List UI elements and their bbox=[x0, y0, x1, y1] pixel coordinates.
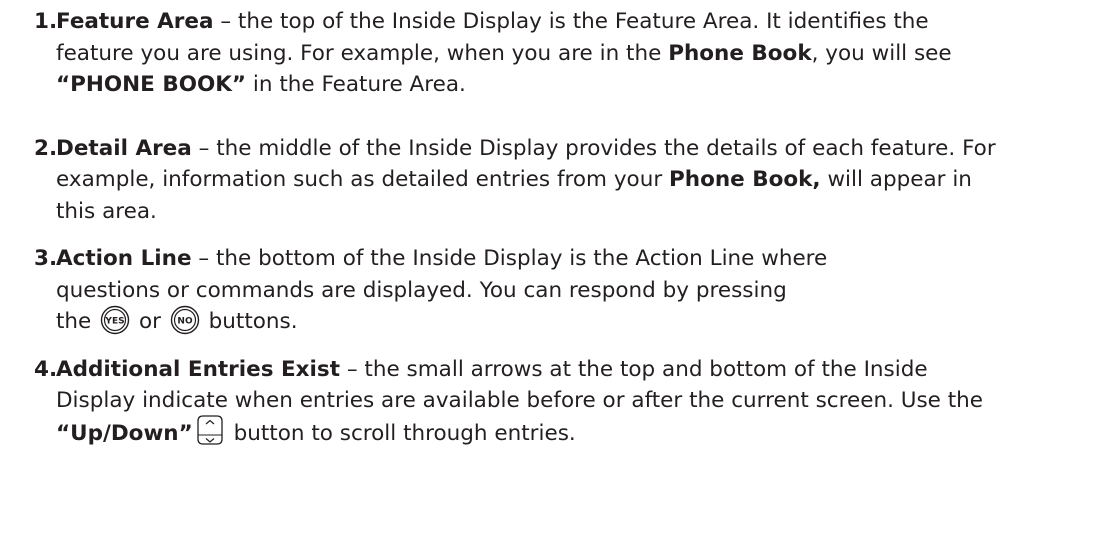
item-emphasis: Phone Book, bbox=[669, 167, 821, 192]
item-line: Action Line – the bottom of the Inside D… bbox=[56, 243, 1104, 275]
no-button-label: NO bbox=[177, 317, 193, 327]
up-down-button-icon bbox=[195, 413, 225, 447]
item-text: – the bottom of the Inside Display is th… bbox=[191, 246, 828, 271]
item-term: Additional Entries Exist bbox=[56, 356, 340, 382]
item-text: button to scroll through entries. bbox=[226, 420, 576, 446]
item-line: example, information such as detailed en… bbox=[56, 164, 1104, 196]
item-line: questions or commands are displayed. You… bbox=[56, 277, 787, 303]
yes-button-label: YES bbox=[105, 317, 125, 327]
item-number: 3. bbox=[34, 246, 58, 271]
list-item-feature-area: 1. Feature Area – the top of the Inside … bbox=[34, 6, 1104, 101]
item-text: , you will see bbox=[811, 40, 952, 66]
item-text: – the middle of the Inside Display provi… bbox=[191, 135, 996, 161]
item-emphasis: “Up/Down” bbox=[56, 420, 193, 446]
manual-page: 1. Feature Area – the top of the Inside … bbox=[34, 6, 1104, 451]
item-line: “Up/Down” button to scroll through entri… bbox=[56, 414, 1104, 451]
item-term: Action Line bbox=[56, 246, 192, 271]
list-item-detail-area: 2. Detail Area – the middle of the Insid… bbox=[34, 133, 1104, 228]
item-number: 1. bbox=[34, 9, 58, 34]
list-item-additional-entries: 4. Additional Entries Exist – the small … bbox=[34, 354, 1104, 451]
item-line: this area. bbox=[56, 198, 157, 224]
item-line: Detail Area – the middle of the Inside D… bbox=[56, 133, 1104, 165]
item-term: Feature Area bbox=[56, 9, 214, 34]
item-text: will appear in bbox=[820, 167, 972, 192]
item-line: the YES or NO buttons. bbox=[56, 305, 1104, 338]
item-text: in the Feature Area. bbox=[246, 72, 466, 97]
item-line: Additional Entries Exist – the small arr… bbox=[56, 354, 1104, 386]
item-emphasis: “PHONE BOOK” bbox=[56, 72, 247, 97]
item-text: – the top of the Inside Display is the F… bbox=[213, 9, 929, 34]
item-text: the bbox=[56, 309, 99, 334]
item-line: feature you are using. For example, when… bbox=[56, 38, 1104, 70]
item-text: example, information such as detailed en… bbox=[56, 167, 669, 192]
item-text: feature you are using. For example, when… bbox=[56, 40, 669, 66]
item-text: or bbox=[132, 309, 168, 334]
item-term: Detail Area bbox=[56, 135, 192, 161]
no-button-icon: NO bbox=[170, 305, 200, 335]
item-line: Feature Area – the top of the Inside Dis… bbox=[56, 6, 1104, 38]
list-item-action-line: 3. Action Line – the bottom of the Insid… bbox=[34, 243, 1104, 338]
item-number: 2. bbox=[34, 135, 58, 161]
yes-button-icon: YES bbox=[100, 305, 130, 335]
item-text: buttons. bbox=[201, 309, 298, 334]
item-emphasis: Phone Book bbox=[668, 40, 812, 66]
item-text: – the small arrows at the top and bottom… bbox=[339, 356, 928, 382]
item-number: 4. bbox=[34, 356, 58, 382]
item-line: “PHONE BOOK” in the Feature Area. bbox=[56, 69, 1104, 101]
